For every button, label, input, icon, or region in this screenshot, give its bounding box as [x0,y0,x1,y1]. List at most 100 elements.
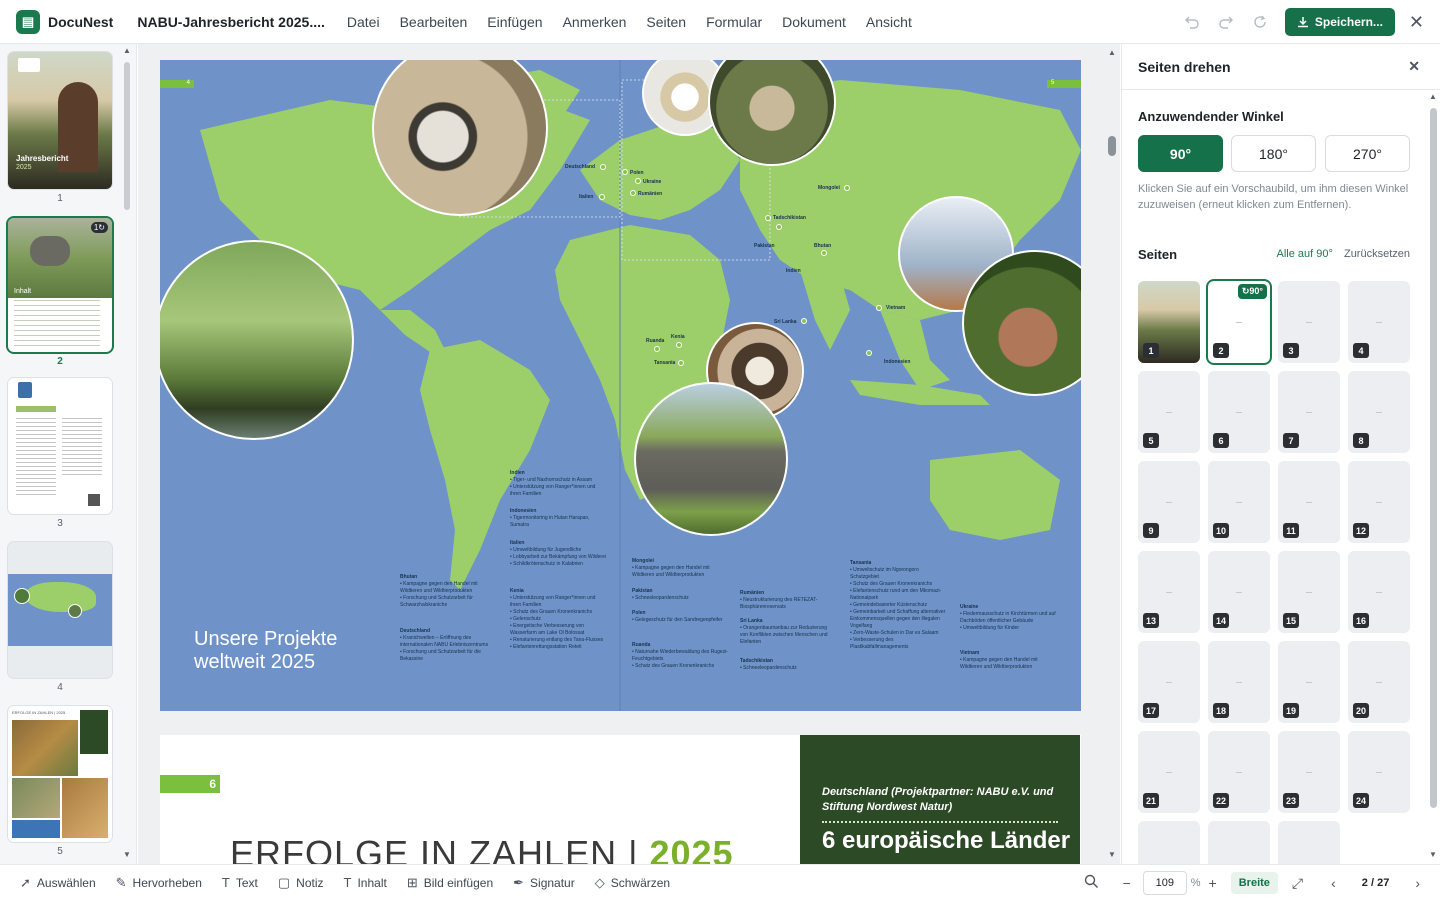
page-marker-left: 4 [160,80,194,88]
page-thumb-10[interactable]: 10 [1208,461,1270,543]
panel-scrollbar[interactable]: ▲ ▼ [1425,90,1440,864]
label-ukraine: Ukraine [643,179,662,185]
tool-note[interactable]: ▢ Notiz [278,875,324,891]
fit-width-button[interactable]: Breite [1230,872,1278,894]
highlight-figure: 6 europäische Länder [822,827,1071,854]
zoom-in-icon[interactable]: + [1209,875,1217,891]
page-number-badge: 1 [1143,343,1159,358]
tool-label: Schwärzen [610,875,671,890]
scroll-thumb[interactable] [124,62,130,210]
legend-item: • Verbesserung des Plastikabfallmanageme… [850,637,909,650]
page-thumb-21[interactable]: 21 [1138,731,1200,813]
thumbnail-page-3[interactable]: 3 [8,378,112,529]
refresh-icon[interactable] [1250,12,1270,32]
reset-link[interactable]: Zurücksetzen [1344,248,1410,260]
redo-icon[interactable] [1216,12,1236,32]
page-thumb-8[interactable]: 8 [1348,371,1410,453]
qr-code [88,494,100,506]
tool-content[interactable]: T Inhalt [344,875,387,890]
page-thumb-5[interactable]: 5 [1138,371,1200,453]
zoom-out-icon[interactable]: − [1123,875,1131,891]
placeholder-line [1236,682,1242,683]
page-6[interactable]: 6 ERFOLGE IN ZAHLEN | 2025 Deutschland (… [160,735,1081,864]
angle-270-button[interactable]: 270° [1325,135,1410,172]
tool-highlight[interactable]: ✎ Hervorheben [116,875,202,891]
page-thumb-16[interactable]: 16 [1348,551,1410,633]
page-thumb-24[interactable]: 24 [1348,731,1410,813]
close-panel-icon[interactable]: ✕ [1408,58,1420,75]
label-kenia: Kenia [671,334,685,340]
page-thumb-partial[interactable] [1278,821,1340,864]
page-number-badge: 2 [1213,343,1229,358]
next-page-icon[interactable]: › [1415,875,1420,891]
label-ruanda: Ruanda [646,338,665,344]
scroll-up-icon[interactable]: ▲ [123,46,131,55]
menu-einfuegen[interactable]: Einfügen [487,14,542,30]
document-title[interactable]: NABU-Jahresbericht 2025.... [137,14,325,30]
page-thumb-13[interactable]: 13 [1138,551,1200,633]
document-canvas[interactable]: 4 5 Deutschland Polen Ukraine Rumänien I… [138,44,1120,864]
menu-ansicht[interactable]: Ansicht [866,14,912,30]
all-90-link[interactable]: Alle auf 90° [1277,248,1333,260]
thumbnail-page-1[interactable]: Jahresbericht 2025 1 [8,52,112,204]
legend-item: • Zero-Waste-Schulen in Dar es Salaam [850,630,939,636]
thumbnail-page-4[interactable]: 4 [8,542,112,693]
fullscreen-icon[interactable]: ⤢ [1292,875,1303,892]
menu-bearbeiten[interactable]: Bearbeiten [400,14,468,30]
close-icon[interactable]: ✕ [1409,12,1424,33]
tool-select[interactable]: ➚ Auswählen [20,875,96,891]
save-button[interactable]: Speichern... [1284,8,1395,36]
page-thumb-3[interactable]: 3 [1278,281,1340,363]
tool-redact[interactable]: ◇ Schwärzen [595,875,670,891]
undo-icon[interactable] [1182,12,1202,32]
page-thumb-14[interactable]: 14 [1208,551,1270,633]
scroll-thumb[interactable] [1430,108,1437,808]
spread-title: Unsere Projekte weltweit 2025 [194,628,337,674]
scroll-thumb[interactable] [1108,136,1116,156]
menu-anmerken[interactable]: Anmerken [563,14,627,30]
page-thumb-17[interactable]: 17 [1138,641,1200,723]
page-thumb-4[interactable]: 4 [1348,281,1410,363]
page-thumb-9[interactable]: 9 [1138,461,1200,543]
tool-text[interactable]: T Text [222,875,258,890]
page-thumb-19[interactable]: 19 [1278,641,1340,723]
text-lines [14,300,100,346]
page-thumb-18[interactable]: 18 [1208,641,1270,723]
app-logo[interactable]: ▤ DocuNest [16,9,113,34]
menu-datei[interactable]: Datei [347,14,380,30]
scroll-up-icon[interactable]: ▲ [1425,92,1440,101]
menu-dokument[interactable]: Dokument [782,14,846,30]
thumbnail-page-5[interactable]: ERFOLGE IN ZAHLEN | 2025 5 [8,706,112,857]
scroll-down-icon[interactable]: ▼ [1104,850,1120,859]
page-thumb-2[interactable]: ↻90° 2 [1208,281,1270,363]
scroll-down-icon[interactable]: ▼ [123,850,131,859]
page-thumb-11[interactable]: 11 [1278,461,1340,543]
thumbnail-scrollbar[interactable]: ▲ ▼ [123,44,131,864]
angle-180-button[interactable]: 180° [1231,135,1316,172]
page-4-spread[interactable]: 4 5 Deutschland Polen Ukraine Rumänien I… [160,60,1081,711]
page-thumb-15[interactable]: 15 [1278,551,1340,633]
page-thumb-1[interactable]: 1 [1138,281,1200,363]
text-column-left [16,418,56,498]
angle-90-button[interactable]: 90° [1138,135,1223,172]
page-thumb-22[interactable]: 22 [1208,731,1270,813]
page-thumb-23[interactable]: 23 [1278,731,1340,813]
page-thumb-12[interactable]: 12 [1348,461,1410,543]
search-icon[interactable] [1084,874,1099,892]
menu-formular[interactable]: Formular [706,14,762,30]
page-thumb-20[interactable]: 20 [1348,641,1410,723]
scroll-down-icon[interactable]: ▼ [1425,850,1440,859]
tool-insert-image[interactable]: ⊞ Bild einfügen [407,875,493,891]
tool-signature[interactable]: ✒ Signatur [513,875,575,891]
page-thumb-6[interactable]: 6 [1208,371,1270,453]
zoom-input[interactable]: 109 [1142,871,1187,895]
prev-page-icon[interactable]: ‹ [1331,875,1336,891]
page-thumb-7[interactable]: 7 [1278,371,1340,453]
page-thumb-partial[interactable] [1208,821,1270,864]
thumbnail-page-2[interactable]: 1↻ Inhalt 2 [8,218,112,367]
scroll-up-icon[interactable]: ▲ [1104,48,1120,57]
page-thumb-partial[interactable] [1138,821,1200,864]
menu-seiten[interactable]: Seiten [646,14,686,30]
main-scrollbar[interactable]: ▲ ▼ [1104,44,1120,864]
legend-block: Mongolei • Kampagne gegen den Handel mit … [632,556,728,579]
